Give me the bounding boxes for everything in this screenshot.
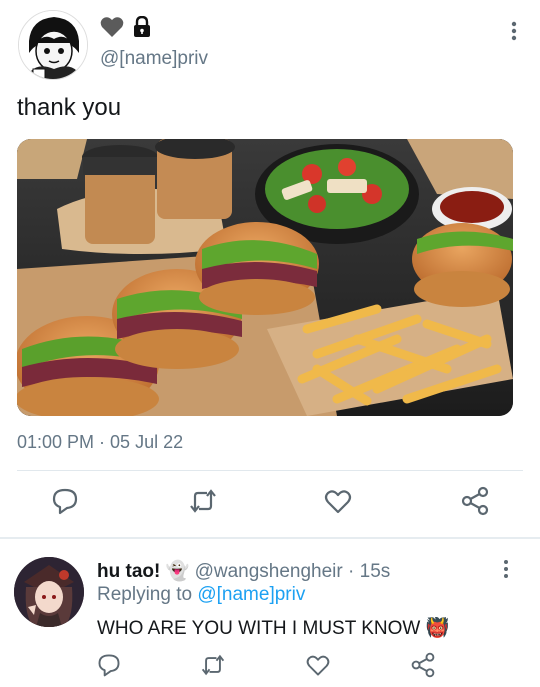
header-icons: [100, 16, 152, 38]
tweet-text: thank you: [17, 94, 122, 121]
avatar[interactable]: [18, 10, 88, 80]
divider: [17, 470, 523, 471]
like-icon[interactable]: [323, 486, 353, 516]
reply-text-body: WHO ARE YOU WITH I MUST KNOW: [97, 618, 421, 639]
ghost-emoji-icon: 👻: [165, 561, 190, 582]
reply-icon[interactable]: [96, 652, 122, 678]
retweet-icon[interactable]: [188, 486, 218, 516]
more-options-icon[interactable]: [502, 559, 510, 579]
reply-icon[interactable]: [50, 486, 80, 516]
ogre-emoji-icon: 👹: [425, 618, 450, 639]
share-icon[interactable]: [460, 486, 490, 516]
replying-to-label: Replying to: [97, 584, 193, 605]
reply-handle[interactable]: @wangshengheir: [195, 561, 343, 582]
reply-display-name[interactable]: hu tao!: [97, 561, 160, 582]
heart-icon: [100, 17, 124, 37]
lock-icon: [134, 16, 150, 37]
replying-to-mention[interactable]: @[name]priv: [197, 584, 305, 605]
avatar[interactable]: [14, 557, 84, 627]
reply-text: WHO ARE YOU WITH I MUST KNOW 👹: [97, 616, 449, 640]
more-options-icon[interactable]: [510, 20, 518, 42]
main-tweet: @[name]priv thank you 01:00 PM · 05 Jul …: [0, 0, 540, 540]
share-icon[interactable]: [410, 652, 436, 678]
user-handle[interactable]: @[name]priv: [100, 48, 208, 70]
reply-time: · 15s: [348, 561, 391, 582]
tweet-actions: [0, 486, 540, 522]
reply-tweet: hu tao! 👻 @wangshengheir · 15s Replying …: [0, 539, 540, 687]
tweet-timestamp: 01:00 PM · 05 Jul 22: [17, 432, 184, 452]
reply-header: hu tao! 👻 @wangshengheir · 15s: [97, 559, 390, 583]
like-icon[interactable]: [305, 652, 331, 678]
tweet-photo[interactable]: [17, 139, 513, 416]
reply-actions: [0, 652, 540, 682]
retweet-icon[interactable]: [200, 652, 226, 678]
replying-to: Replying to @[name]priv: [97, 584, 305, 606]
